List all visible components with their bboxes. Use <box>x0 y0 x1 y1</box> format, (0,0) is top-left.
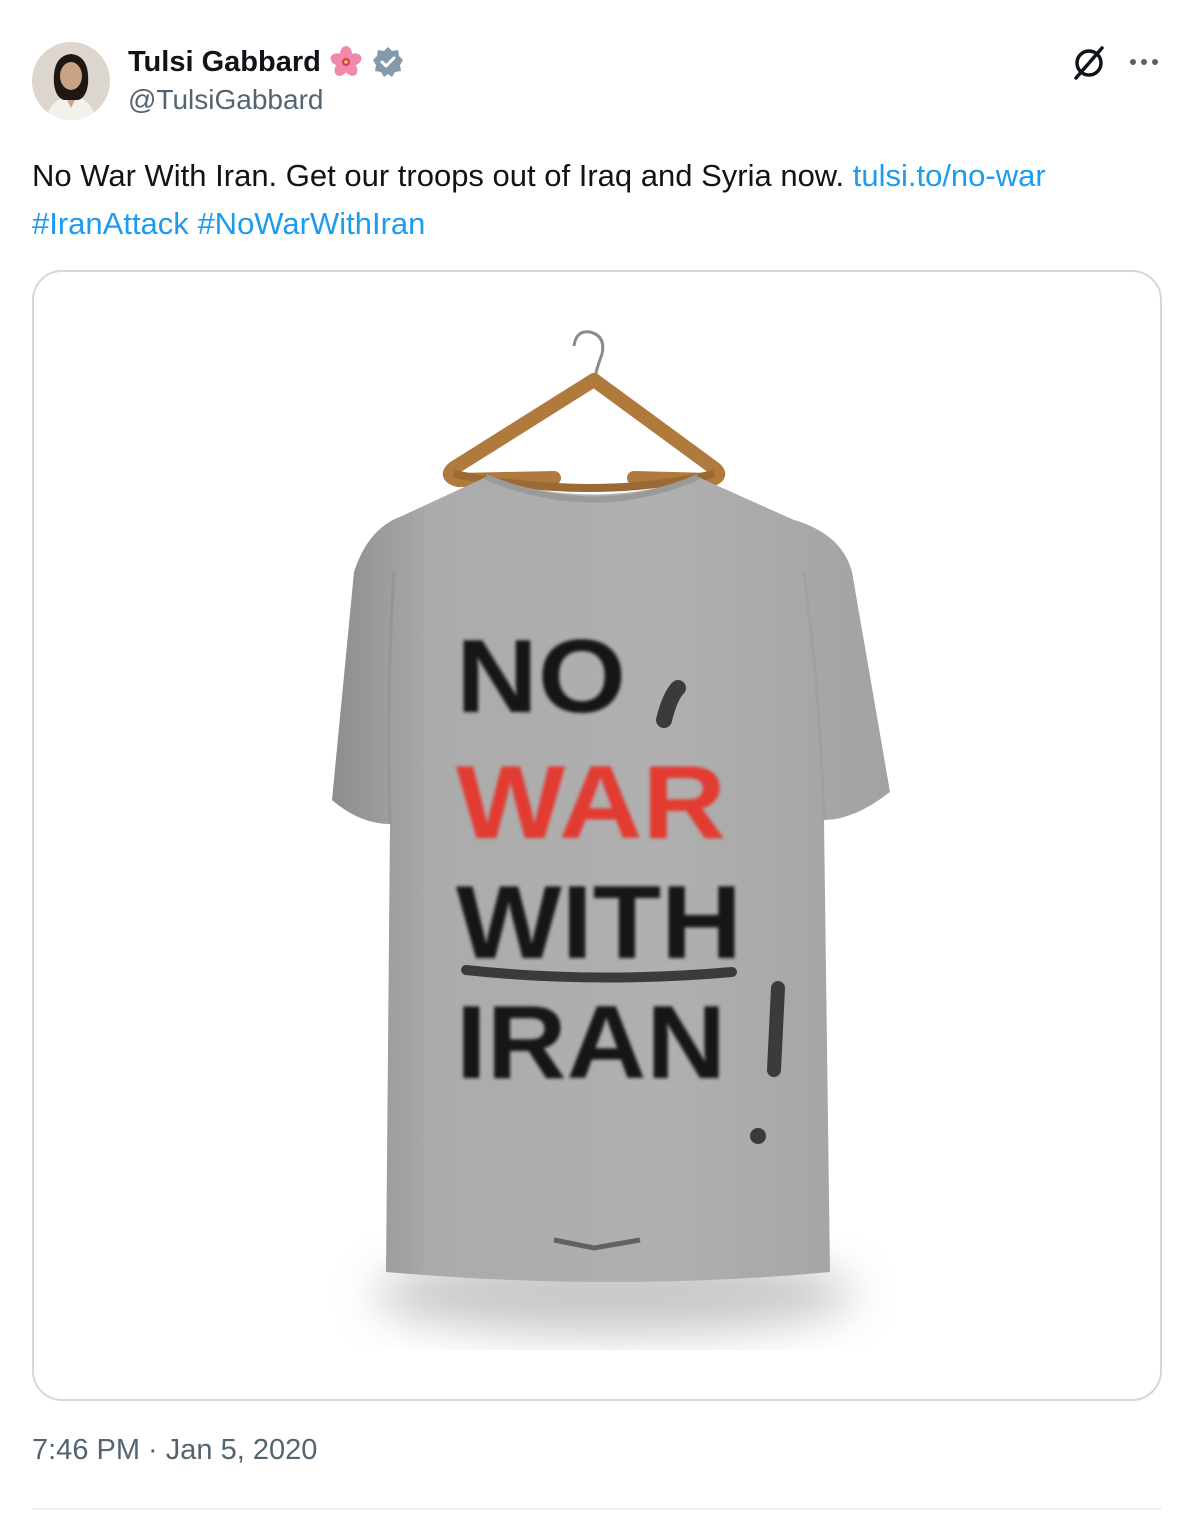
tshirt-image: NO WAR WITH IRAN <box>332 330 890 1334</box>
tweet-link[interactable]: tulsi.to/no-war <box>853 158 1046 193</box>
shirt-text-with: WITH <box>456 865 742 981</box>
tweet-timestamp[interactable]: 7:46 PM · Jan 5, 2020 <box>32 1434 317 1467</box>
hibiscus-flower-icon <box>329 45 363 79</box>
verified-badge-icon[interactable] <box>371 45 405 79</box>
author-handle[interactable]: @TulsiGabbard <box>128 84 323 116</box>
profile-photo-icon <box>32 42 110 120</box>
more-options-icon[interactable] <box>1124 42 1164 82</box>
shirt-text-no: NO <box>456 619 626 735</box>
hashtag-iranattack[interactable]: #IranAttack <box>32 206 189 241</box>
author-name[interactable]: Tulsi Gabbard <box>128 46 321 79</box>
divider <box>32 1508 1162 1510</box>
grok-icon[interactable] <box>1068 42 1110 84</box>
avatar[interactable] <box>32 42 110 120</box>
tweet-media-image[interactable]: NO WAR WITH IRAN <box>32 270 1162 1401</box>
author-row: Tulsi Gabbard <box>128 44 405 80</box>
shirt-text-iran: IRAN <box>456 985 726 1101</box>
tweet-text: No War With Iran. Get our troops out of … <box>32 152 1142 248</box>
tweet-card: Tulsi Gabbard @TulsiGabbard No War With … <box>0 0 1190 1520</box>
hanger-icon <box>442 330 726 492</box>
hashtag-nowarwithiran[interactable]: #NoWarWithIran <box>197 206 425 241</box>
tweet-body-text: No War With Iran. Get our troops out of … <box>32 158 853 193</box>
shirt-text-war: WAR <box>456 745 726 861</box>
